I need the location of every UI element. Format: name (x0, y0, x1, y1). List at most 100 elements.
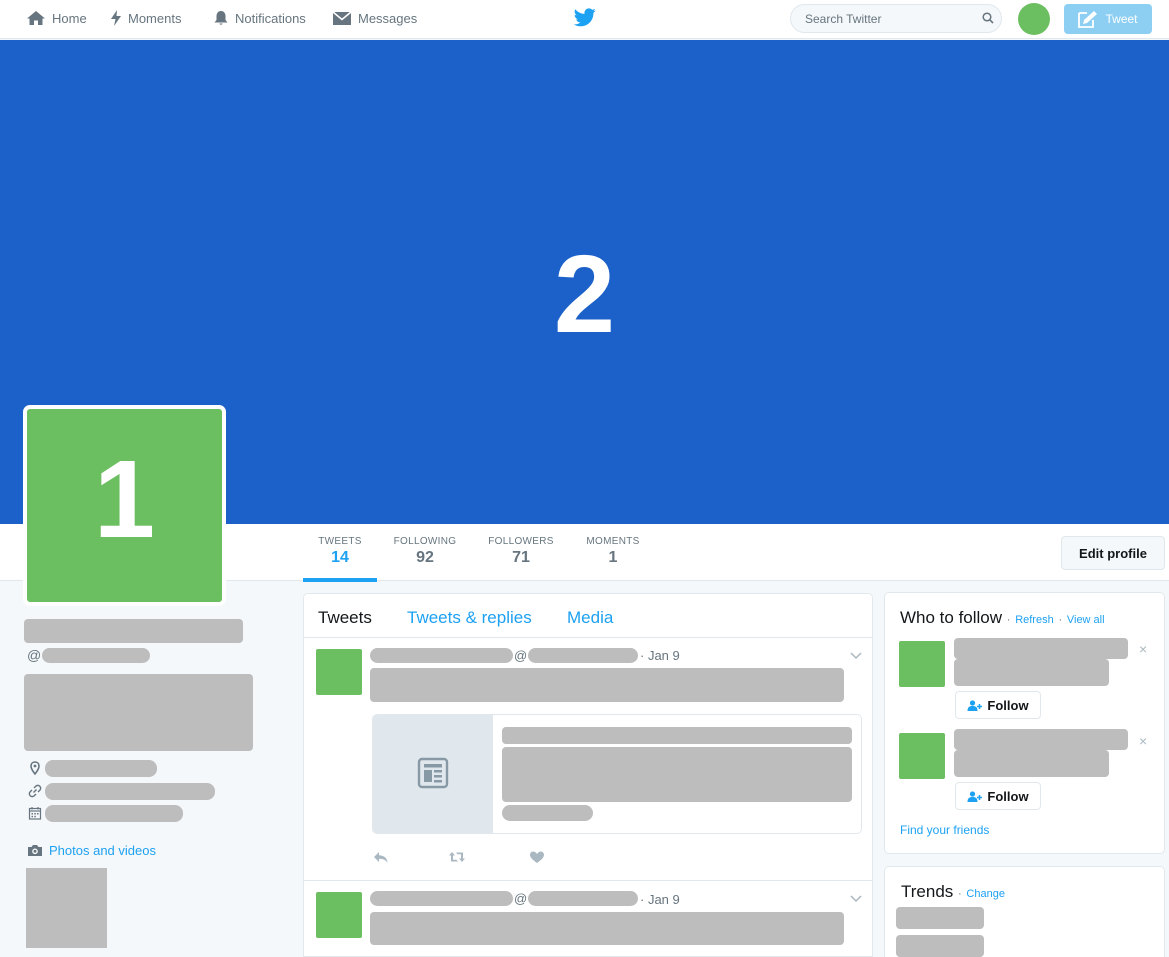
find-friends-link[interactable]: Find your friends (900, 823, 989, 837)
nav-messages[interactable]: Messages (332, 8, 417, 28)
stat-value: 1 (608, 549, 618, 566)
tweet-handle-redacted[interactable] (528, 648, 638, 663)
dismiss-suggestion-button[interactable]: × (1139, 642, 1147, 656)
separator: · (958, 888, 962, 900)
envelope-icon (332, 11, 352, 25)
top-navigation-bar: Home Moments Notifications Messages Sear… (0, 0, 1169, 39)
refresh-link[interactable]: Refresh (1015, 614, 1054, 626)
profile-bio-redacted (24, 674, 253, 751)
stat-value: 71 (512, 549, 530, 566)
tweet-date[interactable]: · Jan 9 (640, 892, 680, 907)
twitter-bird-icon[interactable] (574, 8, 596, 27)
camera-icon (28, 845, 42, 856)
profile-name-redacted (24, 619, 243, 643)
tweet-item[interactable]: @ · Jan 9 (304, 881, 872, 956)
card-domain-redacted (502, 805, 593, 821)
tab-media[interactable]: Media (567, 608, 613, 628)
change-trends-link[interactable]: Change (966, 888, 1005, 900)
tweet-date[interactable]: · Jan 9 (640, 648, 680, 663)
dismiss-suggestion-button[interactable]: × (1139, 734, 1147, 748)
stat-label: MOMENTS (586, 536, 640, 547)
edit-profile-button[interactable]: Edit profile (1061, 536, 1165, 570)
photos-and-videos-label: Photos and videos (49, 843, 156, 858)
profile-avatar[interactable]: 1 (23, 405, 226, 606)
calendar-icon (28, 807, 42, 820)
retweet-icon[interactable] (448, 850, 466, 864)
tweet-author-redacted[interactable] (370, 891, 513, 906)
tweet-handle-redacted[interactable] (528, 891, 638, 906)
suggestion-name-redacted[interactable] (954, 729, 1128, 750)
tweet-item[interactable]: @ · Jan 9 (304, 638, 872, 880)
who-to-follow-title: Who to follow (900, 608, 1003, 627)
stat-followers[interactable]: FOLLOWERS 71 (485, 536, 557, 567)
follow-button-label: Follow (987, 697, 1029, 713)
tweet-timeline: Tweets Tweets & replies Media @ · Jan 9 (303, 593, 873, 957)
nav-moments[interactable]: Moments (110, 8, 181, 28)
banner-label: 2 (553, 233, 616, 356)
suggestion-avatar[interactable] (899, 733, 945, 779)
tweet-button[interactable]: Tweet (1064, 4, 1152, 34)
handle-at-sign: @ (27, 647, 42, 663)
active-stat-indicator (303, 578, 377, 582)
stat-value: 92 (416, 549, 434, 566)
heart-icon[interactable] (528, 850, 546, 864)
nav-messages-label: Messages (358, 10, 418, 26)
chevron-down-icon[interactable] (849, 894, 863, 904)
follow-button-label: Follow (987, 788, 1029, 804)
nav-notifications[interactable]: Notifications (213, 8, 306, 28)
profile-location-redacted (45, 760, 157, 777)
card-title-redacted (502, 727, 852, 744)
photos-and-videos-link[interactable]: Photos and videos (27, 843, 156, 858)
trends-panel: Trends · Change (884, 866, 1165, 957)
tweet-handle-at: @ (514, 891, 528, 906)
separator: · (1006, 614, 1011, 626)
stat-label: TWEETS (318, 536, 362, 547)
tweet-avatar[interactable] (316, 649, 362, 695)
media-thumbnail[interactable] (26, 868, 107, 948)
link-icon (28, 784, 42, 798)
suggestion-avatar[interactable] (899, 641, 945, 687)
tab-tweets-and-replies[interactable]: Tweets & replies (407, 608, 532, 628)
bell-icon (214, 11, 228, 25)
compose-icon (1078, 11, 1098, 28)
search-input[interactable] (805, 11, 975, 27)
stat-tweets[interactable]: TWEETS 14 (316, 536, 364, 567)
tweet-avatar[interactable] (316, 892, 362, 938)
tweet-text-redacted (370, 668, 844, 702)
trend-item-redacted[interactable] (896, 935, 984, 957)
location-icon (30, 761, 40, 775)
tweet-author-redacted[interactable] (370, 648, 513, 663)
who-to-follow-panel: Who to follow · Refresh · View all × Fol… (884, 592, 1165, 854)
search-box (790, 4, 1002, 33)
add-user-icon (967, 699, 983, 711)
trend-item-redacted[interactable] (896, 907, 984, 929)
lightning-icon (111, 10, 121, 26)
chevron-down-icon[interactable] (849, 651, 863, 661)
stat-label: FOLLOWING (393, 536, 457, 547)
nav-home-label: Home (52, 10, 87, 26)
tweet-handle-at: @ (514, 648, 528, 663)
stat-value: 14 (331, 549, 349, 566)
home-icon (27, 11, 45, 25)
nav-notifications-label: Notifications (235, 10, 306, 26)
add-user-icon (967, 790, 983, 802)
stat-following[interactable]: FOLLOWING 92 (389, 536, 461, 567)
profile-joined-redacted (45, 805, 183, 822)
search-icon[interactable] (982, 12, 994, 24)
suggestion-name-redacted[interactable] (954, 638, 1128, 659)
tab-tweets[interactable]: Tweets (318, 608, 372, 628)
who-to-follow-header: Who to follow · Refresh · View all (900, 608, 1105, 628)
nav-home[interactable]: Home (26, 8, 87, 28)
card-thumbnail (373, 715, 493, 833)
link-preview-card[interactable] (372, 714, 862, 834)
follow-button[interactable]: Follow (955, 782, 1041, 810)
stat-moments[interactable]: MOMENTS 1 (582, 536, 644, 567)
view-all-link[interactable]: View all (1067, 614, 1105, 626)
follow-button[interactable]: Follow (955, 691, 1041, 719)
tweet-text-redacted (370, 912, 844, 945)
trends-header: Trends · Change (901, 882, 1005, 902)
reply-icon[interactable] (372, 850, 390, 864)
stat-label: FOLLOWERS (488, 536, 554, 547)
account-avatar[interactable] (1018, 3, 1050, 35)
profile-website-redacted[interactable] (45, 783, 215, 800)
